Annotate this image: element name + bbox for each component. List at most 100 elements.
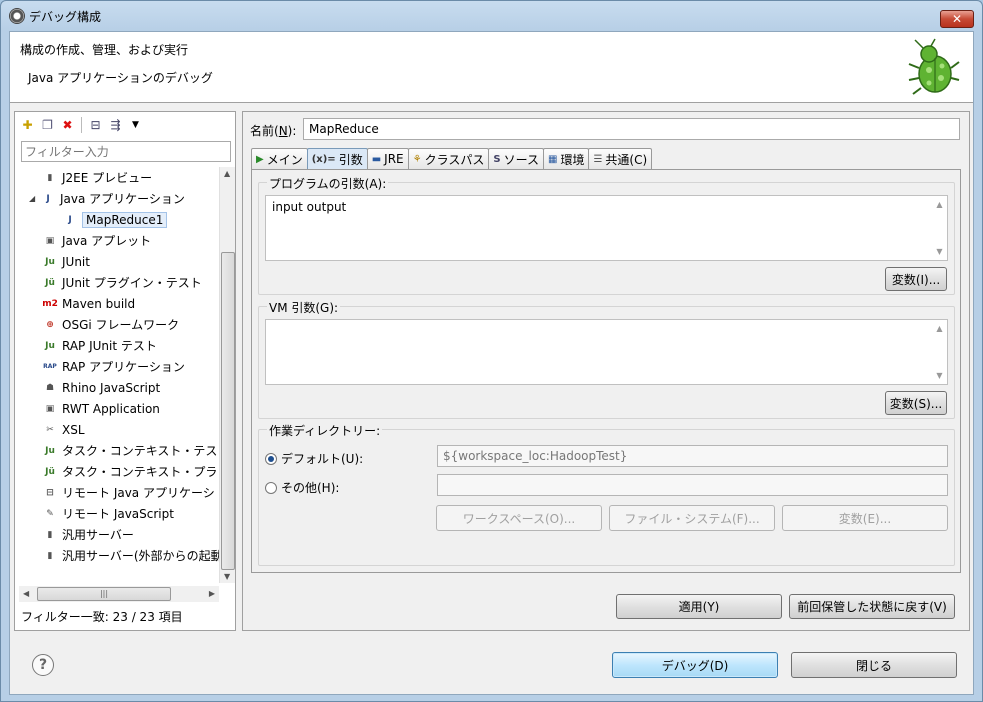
textarea-scrollbar[interactable]: ▲ ▼ xyxy=(932,196,947,260)
tree-item[interactable]: ◢ J Java アプリケーション xyxy=(15,188,219,209)
tab-4[interactable]: S ソース xyxy=(488,148,544,169)
help-icon[interactable]: ? xyxy=(32,654,54,676)
default-dir-option[interactable]: デフォルト(U): xyxy=(265,450,363,467)
tree-vertical-scrollbar[interactable]: ▲ ▼ xyxy=(219,167,235,583)
tab-0[interactable]: ▶ メイン xyxy=(251,148,308,169)
tree-item[interactable]: Jü JUnit プラグイン・テスト xyxy=(15,272,219,293)
tree-item-label: Java アプリケーション xyxy=(60,192,185,206)
close-button[interactable]: 閉じる xyxy=(791,652,957,678)
tab-icon: S xyxy=(493,153,501,165)
tree-item-label: RAP アプリケーション xyxy=(62,360,185,374)
apply-button[interactable]: 適用(Y) xyxy=(616,594,782,619)
tree-item-label: 汎用サーバー(外部からの起動 xyxy=(62,549,219,563)
config-type-icon: ▮ xyxy=(47,550,53,561)
filter-input[interactable] xyxy=(21,141,231,162)
tab-3[interactable]: ⚘ クラスパス xyxy=(407,148,490,169)
tab-icon: (x)= xyxy=(311,153,336,165)
tab-6[interactable]: ☰ 共通(C) xyxy=(588,148,653,169)
tree-item[interactable]: ✎ リモート JavaScript xyxy=(15,503,219,524)
config-type-icon: Ju xyxy=(45,256,55,267)
tree-item-label: OSGi フレームワーク xyxy=(62,318,180,332)
filter-status: フィルター一致: 23 / 23 項目 xyxy=(21,610,183,624)
filter-icon[interactable]: ⇶ xyxy=(107,117,124,134)
debug-button[interactable]: デバッグ(D) xyxy=(612,652,778,678)
delete-icon[interactable]: ✖ xyxy=(59,117,76,134)
program-args-label: プログラムの引数(A): xyxy=(267,175,389,192)
other-dir-field[interactable] xyxy=(437,474,948,496)
program-args-group: プログラムの引数(A): input output ▲ ▼ 変数(I)... xyxy=(258,175,955,295)
toolbar-separator xyxy=(81,117,82,133)
default-dir-radio[interactable] xyxy=(265,452,277,465)
tree-item-label: JUnit xyxy=(62,254,90,269)
tab-2[interactable]: ▬ JRE xyxy=(366,148,409,169)
other-dir-radio[interactable] xyxy=(265,481,277,494)
revert-button[interactable]: 前回保管した状態に戻す(V) xyxy=(789,594,955,619)
name-input[interactable]: MapReduce xyxy=(303,118,960,140)
tree-item[interactable]: ☗ Rhino JavaScript xyxy=(15,377,219,398)
other-dir-option[interactable]: その他(H): xyxy=(265,479,339,496)
tree-horizontal-scrollbar[interactable]: ◀ ||| ▶ xyxy=(19,586,219,602)
tree-item[interactable]: ▣ RWT Application xyxy=(15,398,219,419)
tree-item[interactable]: ✂ XSL xyxy=(15,419,219,440)
title-bar: デバッグ構成 ✕ xyxy=(1,1,982,31)
tree-item-label: 汎用サーバー xyxy=(62,528,134,542)
config-type-icon: J xyxy=(68,214,72,225)
header-subtitle: Java アプリケーションのデバッグ xyxy=(28,71,213,85)
vm-args-textarea[interactable]: ▲ ▼ xyxy=(265,319,948,385)
tree-item-selected[interactable]: J MapReduce1 xyxy=(15,209,219,230)
working-directory-label: 作業ディレクトリー: xyxy=(267,422,383,439)
duplicate-icon[interactable]: ❐ xyxy=(39,117,56,134)
program-args-variables-button[interactable]: 変数(I)... xyxy=(885,267,947,291)
config-type-icon: ⊕ xyxy=(46,319,54,330)
scroll-left-icon[interactable]: ◀ xyxy=(23,589,29,598)
tab-1[interactable]: (x)= 引数 xyxy=(306,148,368,169)
workdir-variables-button[interactable]: 変数(E)... xyxy=(782,505,948,531)
tab-5[interactable]: ▦ 環境 xyxy=(542,148,590,169)
tree-item[interactable]: m2 Maven build xyxy=(15,293,219,314)
tree-item-label: MapReduce1 xyxy=(82,211,168,228)
tree-item[interactable]: ▮ J2EE プレビュー xyxy=(15,167,219,188)
tree-item[interactable]: ▣ Java アプレット xyxy=(15,230,219,251)
name-label-start: 名前( xyxy=(250,124,279,138)
eclipse-icon xyxy=(9,8,25,24)
tab-label: ソース xyxy=(503,152,539,167)
scroll-down-icon[interactable]: ▼ xyxy=(224,572,230,581)
expand-arrow-icon[interactable]: ◢ xyxy=(29,194,41,203)
tree-item-label: Java アプレット xyxy=(62,234,152,248)
tree-item-label: Rhino JavaScript xyxy=(62,380,161,395)
tree-item[interactable]: ⊟ リモート Java アプリケーシ xyxy=(15,482,219,503)
bug-icon xyxy=(908,38,960,95)
close-window-button[interactable]: ✕ xyxy=(940,10,974,28)
tree-item[interactable]: ⊕ OSGi フレームワーク xyxy=(15,314,219,335)
chevron-down-icon[interactable]: ▼ xyxy=(127,117,144,134)
hscroll-thumb[interactable]: ||| xyxy=(37,587,171,601)
tree-item[interactable]: Ju JUnit xyxy=(15,251,219,272)
filesystem-button[interactable]: ファイル・システム(F)... xyxy=(609,505,775,531)
tab-label: 引数 xyxy=(338,152,363,167)
name-label-mnemonic: N xyxy=(278,124,288,138)
vm-args-variables-button[interactable]: 変数(S)... xyxy=(885,391,947,415)
config-type-icon: ▮ xyxy=(47,172,53,183)
new-config-icon[interactable]: ✚ xyxy=(19,117,36,134)
tree-item[interactable]: ▮ 汎用サーバー xyxy=(15,524,219,545)
collapse-all-icon[interactable]: ⊟ xyxy=(87,117,104,134)
tree-item-label: JUnit プラグイン・テスト xyxy=(62,276,202,290)
tree-item-label: RWT Application xyxy=(62,401,160,416)
config-type-icon: RAP xyxy=(43,363,57,370)
tree-item[interactable]: RAP RAP アプリケーション xyxy=(15,356,219,377)
scroll-thumb[interactable] xyxy=(221,252,235,570)
tree-item[interactable]: Ju タスク・コンテキスト・テス xyxy=(15,440,219,461)
config-type-icon: Jü xyxy=(45,277,55,288)
tab-label: メイン xyxy=(266,152,303,167)
program-args-textarea[interactable]: input output ▲ ▼ xyxy=(265,195,948,261)
config-type-icon: ☗ xyxy=(45,382,55,393)
textarea-scrollbar[interactable]: ▲ ▼ xyxy=(932,320,947,384)
scroll-right-icon[interactable]: ▶ xyxy=(209,589,215,598)
tree-item[interactable]: Ju RAP JUnit テスト xyxy=(15,335,219,356)
tree-item[interactable]: ▮ 汎用サーバー(外部からの起動 xyxy=(15,545,219,566)
name-label-end: ): xyxy=(287,124,297,138)
workspace-button[interactable]: ワークスペース(O)... xyxy=(436,505,602,531)
tree-item-label: J2EE プレビュー xyxy=(62,171,153,185)
scroll-up-icon[interactable]: ▲ xyxy=(224,169,230,178)
tree-item[interactable]: Jü タスク・コンテキスト・プラ xyxy=(15,461,219,482)
